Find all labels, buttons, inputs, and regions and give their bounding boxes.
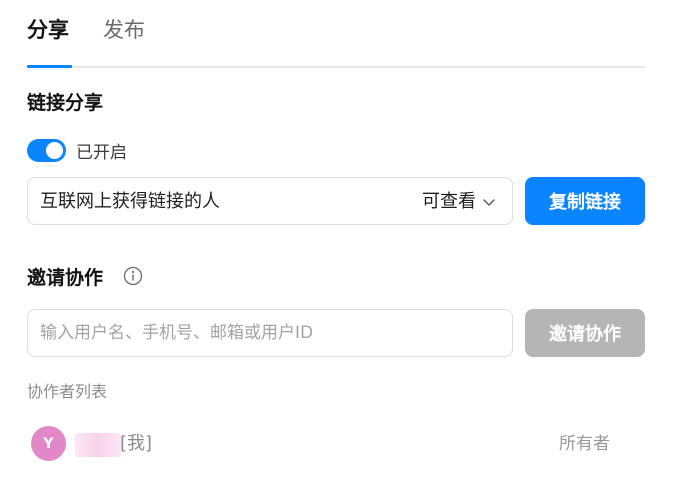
- link-scope-text: 互联网上获得链接的人: [40, 191, 220, 212]
- link-share-toggle[interactable]: [27, 138, 66, 162]
- tab-share[interactable]: 分享: [27, 16, 69, 44]
- avatar-letter: Y: [43, 435, 54, 452]
- invite-title: 邀请协作: [27, 267, 104, 289]
- me-tag: [我]: [120, 433, 153, 454]
- collaborator-row: Y [我] 所有者: [27, 424, 645, 464]
- copy-link-button[interactable]: 复制链接: [525, 177, 645, 225]
- invite-user-input[interactable]: [27, 309, 513, 357]
- toggle-status-label: 已开启: [76, 142, 127, 163]
- tab-publish-label: 发布: [103, 18, 145, 42]
- tab-publish[interactable]: 发布: [103, 16, 145, 44]
- toggle-knob: [46, 141, 63, 159]
- invite-button[interactable]: 邀请协作: [525, 309, 645, 357]
- collaborator-role: 所有者: [559, 434, 610, 454]
- permission-label: 可查看: [422, 191, 476, 212]
- link-share-toggle-row: 已开启: [27, 138, 127, 163]
- share-panel: 分享 发布 链接分享 已开启 互联网上获得链接的人 可查看 复制链接 邀请协作: [27, 0, 645, 480]
- copy-link-label: 复制链接: [549, 192, 621, 213]
- invite-button-label: 邀请协作: [549, 324, 621, 345]
- redacted-username: [75, 433, 121, 457]
- collaborator-list-label: 协作者列表: [27, 382, 108, 401]
- tab-bar: 分享 发布: [27, 0, 645, 68]
- tab-share-label: 分享: [27, 18, 69, 42]
- avatar: Y: [31, 426, 66, 461]
- permission-dropdown[interactable]: 可查看: [422, 190, 496, 214]
- active-tab-indicator: [27, 65, 72, 68]
- link-share-title: 链接分享: [27, 92, 104, 114]
- chevron-down-icon: [482, 195, 496, 209]
- info-icon[interactable]: [123, 266, 143, 286]
- link-scope-select[interactable]: 互联网上获得链接的人 可查看: [27, 177, 513, 225]
